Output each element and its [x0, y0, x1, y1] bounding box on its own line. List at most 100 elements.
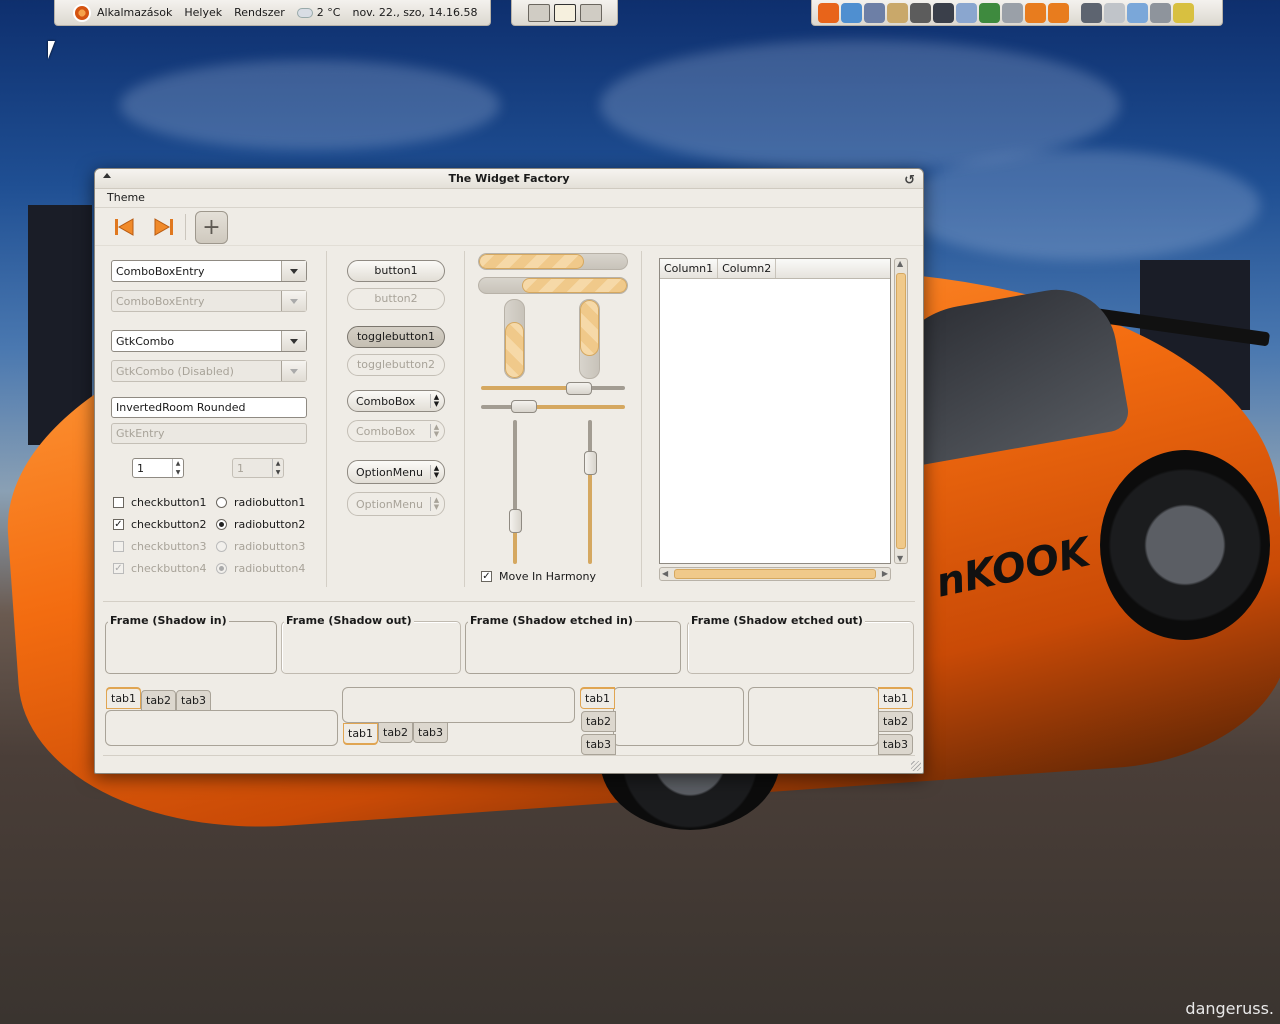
notebook-right-tab2[interactable]: tab2 [878, 711, 914, 732]
user-icon[interactable] [1127, 2, 1148, 23]
workspace-3[interactable] [579, 3, 602, 22]
chevron-down-icon[interactable] [281, 261, 306, 281]
sound-icon[interactable] [1104, 2, 1125, 23]
notebook-left-tab1[interactable]: tab1 [580, 688, 616, 709]
weather-cloud-icon[interactable] [296, 7, 313, 18]
togglebutton1[interactable]: togglebutton1 [347, 326, 445, 348]
notebook-right-tab1[interactable]: tab1 [878, 688, 914, 709]
spin-disabled-value: 1 [237, 461, 244, 475]
monitor-icon[interactable] [979, 2, 1000, 23]
contacts-icon[interactable] [841, 2, 862, 23]
checkbutton2[interactable]: ✓ checkbutton2 [113, 518, 207, 531]
optionmenu[interactable]: OptionMenu ▲ ▼ [347, 460, 445, 484]
spin-button[interactable]: 1 ▲ ▼ [132, 458, 184, 478]
text-entry[interactable]: InvertedRoom Rounded [111, 397, 307, 418]
scroll-thumb[interactable] [896, 273, 906, 549]
column2-header[interactable]: Column2 [718, 259, 777, 278]
radio-selected[interactable] [216, 519, 227, 530]
notebook-top-page [105, 710, 338, 746]
editor-icon[interactable] [956, 2, 977, 23]
move-in-harmony-check[interactable]: ✓ Move In Harmony [481, 570, 596, 583]
checkbutton1[interactable]: checkbutton1 [113, 496, 207, 509]
window-close-icon[interactable]: ↺ [904, 171, 915, 191]
network-icon[interactable] [864, 2, 885, 23]
menu-system[interactable]: Rendszer [234, 6, 285, 19]
notebook-bottom-tab2[interactable]: tab2 [378, 722, 414, 743]
download-icon[interactable] [1025, 2, 1046, 23]
scroll-down-icon[interactable]: ▼ [897, 554, 903, 563]
workspace-1[interactable] [527, 3, 550, 22]
notebook-right-tab3[interactable]: tab3 [878, 734, 914, 755]
gtk-combo[interactable]: GtkCombo [111, 330, 307, 352]
combobox-entry-text[interactable]: ComboBoxEntry [112, 265, 281, 278]
radiobutton2[interactable]: radiobutton2 [216, 518, 305, 531]
menu-theme[interactable]: Theme [107, 191, 145, 204]
gtk-combo-text[interactable]: GtkCombo [112, 335, 281, 348]
combobox[interactable]: ComboBox ▲ ▼ [347, 390, 445, 412]
terminal-icon[interactable] [933, 2, 954, 23]
hscale-1-slider[interactable] [565, 382, 592, 395]
notebook-top-tab3[interactable]: tab3 [176, 690, 212, 711]
archive-icon[interactable] [887, 2, 908, 23]
notebook-left-page [613, 687, 744, 746]
radio[interactable] [216, 497, 227, 508]
menu-applications[interactable]: Alkalmazások [97, 6, 172, 19]
checkbox-disabled [113, 541, 124, 552]
tree-view[interactable]: Column1 Column2 [659, 258, 891, 564]
checkbox-checked[interactable]: ✓ [113, 519, 124, 530]
button2: button2 [347, 288, 445, 310]
vscale-2-slider[interactable] [584, 451, 597, 476]
resize-grip-icon[interactable] [911, 761, 921, 771]
gtk-combo-disabled-text: GtkCombo (Disabled) [116, 364, 234, 378]
horizontal-scrollbar[interactable]: ◀ ▶ [659, 567, 891, 581]
vscale-1-track [513, 420, 517, 521]
notebook-left-tab3[interactable]: tab3 [581, 734, 617, 755]
battery-icon[interactable] [1173, 2, 1194, 23]
disk-icon[interactable] [1002, 2, 1023, 23]
button1[interactable]: button1 [347, 260, 445, 282]
ubuntu-logo-icon[interactable] [73, 3, 91, 22]
column1-header[interactable]: Column1 [660, 259, 719, 278]
vscale-1-slider[interactable] [509, 508, 522, 533]
notebook-right-page [748, 687, 879, 746]
updown-icon: ▲ ▼ [430, 424, 442, 438]
add-button[interactable]: + [195, 211, 228, 244]
hscale-1-fill [481, 386, 579, 390]
checkbox[interactable] [113, 497, 124, 508]
checkbox-checked[interactable]: ✓ [481, 571, 492, 582]
hscale-2-slider[interactable] [511, 400, 538, 413]
scroll-up-icon[interactable]: ▲ [897, 259, 903, 268]
notebook-top-tab2[interactable]: tab2 [141, 690, 177, 711]
window-titlebar[interactable]: The Widget Factory ↺ [95, 169, 923, 189]
volume-icon[interactable] [1150, 2, 1171, 23]
radiobutton1[interactable]: radiobutton1 [216, 496, 305, 509]
notebook-top-tab1[interactable]: tab1 [106, 688, 142, 709]
spin-arrows-icon[interactable]: ▲ ▼ [172, 459, 183, 477]
car-wheel [1100, 450, 1270, 640]
workspace-2[interactable] [553, 3, 576, 22]
firefox-icon[interactable] [818, 2, 839, 23]
move-in-harmony-label: Move In Harmony [499, 570, 596, 583]
notebook-bottom-tab3[interactable]: tab3 [413, 722, 449, 743]
progress-fill [522, 278, 627, 293]
notebook-left-tab2[interactable]: tab2 [581, 711, 617, 732]
scroll-left-icon[interactable]: ◀ [662, 569, 668, 578]
window-menu-icon[interactable] [103, 173, 111, 178]
optionmenu-text: OptionMenu [356, 465, 423, 479]
scroll-right-icon[interactable]: ▶ [882, 569, 888, 578]
clock[interactable]: nov. 22., szo, 14.16.58 [352, 6, 477, 19]
scroll-thumb[interactable] [674, 569, 876, 579]
vertical-scrollbar[interactable]: ▲ ▼ [894, 258, 908, 564]
combobox-entry[interactable]: ComboBoxEntry [111, 260, 307, 282]
go-last-button[interactable] [149, 214, 177, 240]
chevron-down-icon[interactable] [281, 331, 306, 351]
menu-places[interactable]: Helyek [184, 6, 222, 19]
go-first-button[interactable] [111, 214, 139, 240]
frame-shadow-etched-out [687, 621, 914, 674]
upload-icon[interactable] [1048, 2, 1069, 23]
weather-temperature[interactable]: 2 °C [317, 6, 341, 19]
notebook-bottom-tab1[interactable]: tab1 [343, 723, 379, 744]
calculator-icon[interactable] [910, 2, 931, 23]
screen-icon[interactable] [1081, 2, 1102, 23]
spin-value[interactable]: 1 [133, 462, 172, 475]
